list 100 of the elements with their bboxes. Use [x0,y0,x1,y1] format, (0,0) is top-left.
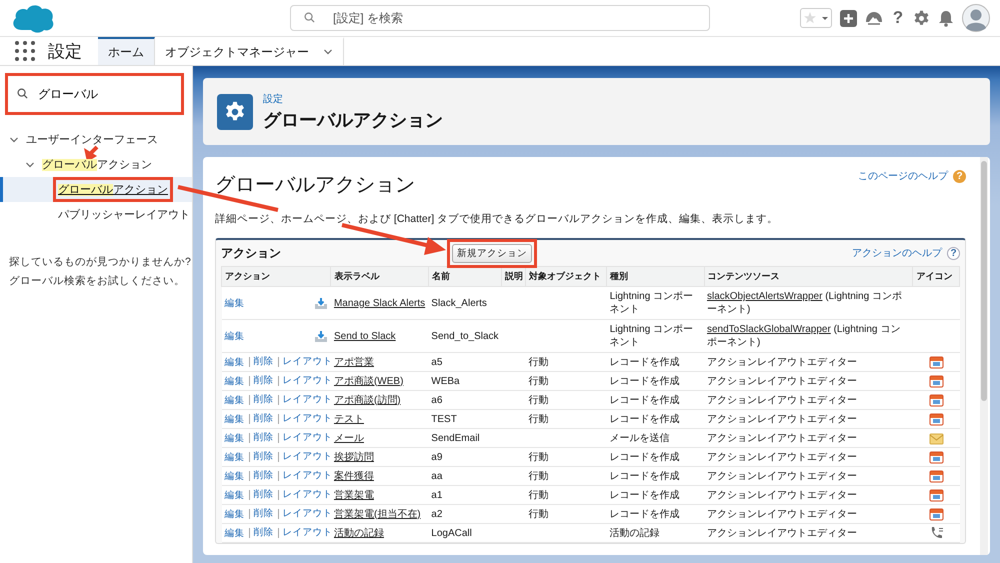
action-link[interactable]: 削除 [248,528,278,538]
column-header: 種別 [606,266,704,286]
settings-icon[interactable] [913,10,930,26]
action-link[interactable]: 編集 [224,488,248,502]
envelope-icon [928,431,944,445]
table-cell: レコードを作成 [610,452,680,462]
action-link[interactable]: 編集 [224,330,248,342]
table-cell: 活動の記録 [610,528,660,538]
chevron-icon[interactable] [9,134,19,144]
table-cell: レコードを作成 [610,414,680,424]
action-link[interactable]: 編集 [224,394,248,406]
help-icon[interactable]: ? [947,246,960,260]
calendar-icon [928,450,944,464]
table-cell: アクションレイアウトエディター [707,414,857,424]
source-link[interactable]: sendToSlackGlobalWrapper [707,324,831,335]
table-cell: アクションレイアウトエディター [707,432,857,444]
table-cell: Slack_Alerts [431,298,487,308]
scrollbar[interactable] [980,157,988,555]
description: 詳細ページ、ホームページ、および [Chatter] タブで使用できるグローバルアクションを作成、編集、表示します。 [215,212,780,226]
download-tray-icon [314,296,328,310]
action-link[interactable]: 編集 [224,450,248,464]
tree-item-label[interactable]: グローバルアクション [56,180,170,199]
table-cell: 行動 [528,470,549,482]
table-cell: アクションレイアウトエディター [707,356,857,368]
table-cell: 行動 [528,490,549,500]
plus-icon[interactable] [840,10,857,26]
table-cell: Send_to_Slack [431,330,499,342]
action-link[interactable]: 削除 [248,452,278,462]
table-cell: a6 [431,394,442,406]
avatar-icon[interactable] [962,4,990,32]
calendar-icon [928,355,944,369]
table-cell: レコードを作成 [610,508,680,520]
table-cell: TEST [431,414,457,424]
bell-icon[interactable] [938,10,954,26]
search-field[interactable]: [設定] を検索 [290,5,710,31]
calendar-icon [928,412,944,426]
table-cell-text: slackObjectAlertsWrapper (Lightning コンポーネント) [707,290,903,316]
action-help-link[interactable]: アクションのヘルプ ? [852,246,960,260]
table-cell: SendEmail [431,432,480,444]
action-link[interactable]: 編集 [224,412,248,426]
table-cell: アクションレイアウトエディター [707,508,857,520]
chevron-icon[interactable] [25,160,35,170]
table-cell: 行動 [528,508,549,520]
app-launcher-icon[interactable] [14,40,36,62]
action-link[interactable]: 削除 [248,395,278,405]
source-link[interactable]: slackObjectAlertsWrapper [707,291,822,302]
help-icon[interactable]: ? [891,9,905,27]
table-cell: アクションレイアウトエディター [707,452,857,462]
nav-tab[interactable]: オブジェクトマネージャー [155,37,344,65]
table-cell: アクションレイアウトエディター [707,528,857,538]
mountain-icon[interactable] [865,10,883,26]
table-cell: アクションレイアウトエディター [707,490,857,500]
tree-item-label[interactable]: グローバルアクション [40,155,154,174]
table-cell: a5 [431,356,442,368]
table-cell-text: sendToSlackGlobalWrapper (Lightning コンポーネント) [707,323,902,349]
tree-item-label[interactable]: パブリッシャーレイアウト [56,205,192,224]
action-link[interactable]: 編集 [224,508,248,520]
table-cell: 行動 [528,394,549,406]
column-header: アイコン [912,266,960,286]
action-link[interactable]: 編集 [224,470,248,482]
action-link[interactable]: 削除 [248,471,278,481]
new-action-button[interactable]: 新規アクション [452,244,532,262]
search-icon [17,88,28,99]
content-title: グローバルアクション [215,173,415,198]
column-header: 名前 [428,266,502,286]
action-link[interactable]: 削除 [248,509,278,519]
page-help-link[interactable]: このページのヘルプ ? [858,169,966,183]
table-cell: 行動 [528,356,549,368]
action-link[interactable]: 編集 [224,526,248,540]
action-link[interactable]: 編集 [224,432,248,444]
column-header: アクション [222,266,331,286]
action-link[interactable]: 編集 [224,296,248,310]
table-cell: レコードを作成 [610,356,680,368]
column-header: 対象オブジェクト [526,266,607,286]
breadcrumb[interactable]: 設定 [263,92,443,106]
table-cell: レコードを作成 [610,470,680,482]
table-cell: aa [431,470,442,482]
column-header: 表示ラベル [330,266,428,286]
table-cell: アクションレイアウトエディター [707,376,857,386]
action-link[interactable]: 削除 [248,414,278,424]
table-cell: LogACall [431,528,472,538]
action-link[interactable]: 削除 [248,490,278,500]
page-title: グローバルアクション [263,108,443,132]
action-link[interactable]: 編集 [224,356,248,368]
tree-item[interactable]: グローバルアクション [0,152,192,177]
tree-item[interactable]: パブリッシャーレイアウト [0,202,192,227]
tree-item-label[interactable]: ユーザーインターフェース [24,130,160,149]
tree-item[interactable]: ユーザーインターフェース [0,127,192,152]
table-cell: Lightning コンポーネント [610,324,694,348]
tree-item[interactable]: グローバルアクション [0,177,192,202]
action-link[interactable]: 編集 [224,374,248,388]
calendar-icon [928,393,944,407]
table-cell: アクションレイアウトエディター [707,470,857,482]
table-cell: 行動 [528,376,549,386]
quick-find-field[interactable]: グローバル [5,73,184,115]
action-link[interactable]: 削除 [248,376,278,386]
chevron-icon[interactable] [323,47,333,57]
action-link[interactable]: 削除 [248,357,278,367]
action-link[interactable]: 削除 [248,433,278,443]
nav-tab[interactable]: ホーム [98,37,155,65]
